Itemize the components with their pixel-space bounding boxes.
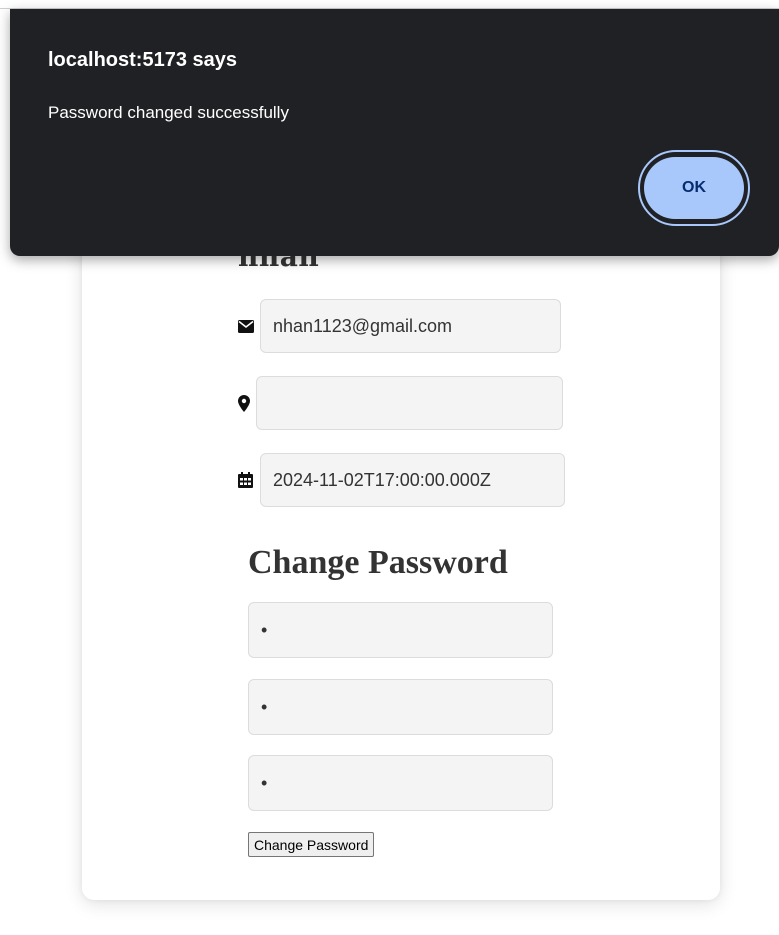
new-password-field[interactable] bbox=[248, 679, 553, 735]
calendar-icon bbox=[238, 470, 260, 490]
birthdate-field[interactable] bbox=[260, 453, 565, 507]
birthdate-row bbox=[238, 453, 565, 507]
alert-dialog: localhost:5173 says Password changed suc… bbox=[10, 9, 779, 256]
ok-button[interactable]: OK bbox=[644, 157, 744, 219]
email-row bbox=[238, 299, 561, 353]
dialog-title: localhost:5173 says bbox=[48, 49, 237, 71]
map-marker-icon bbox=[238, 393, 256, 413]
change-password-heading: Change Password bbox=[248, 544, 508, 581]
address-row bbox=[238, 376, 563, 430]
dialog-message: Password changed successfully bbox=[48, 103, 289, 122]
email-field[interactable] bbox=[260, 299, 561, 353]
confirm-password-field[interactable] bbox=[248, 755, 553, 811]
envelope-icon bbox=[238, 316, 260, 336]
change-password-button[interactable]: Change Password bbox=[248, 832, 375, 857]
address-field[interactable] bbox=[256, 376, 563, 430]
page: nhan nhan1123@gmail.com 2024-11-02T17:00… bbox=[0, 0, 779, 935]
current-password-field[interactable] bbox=[248, 602, 553, 658]
